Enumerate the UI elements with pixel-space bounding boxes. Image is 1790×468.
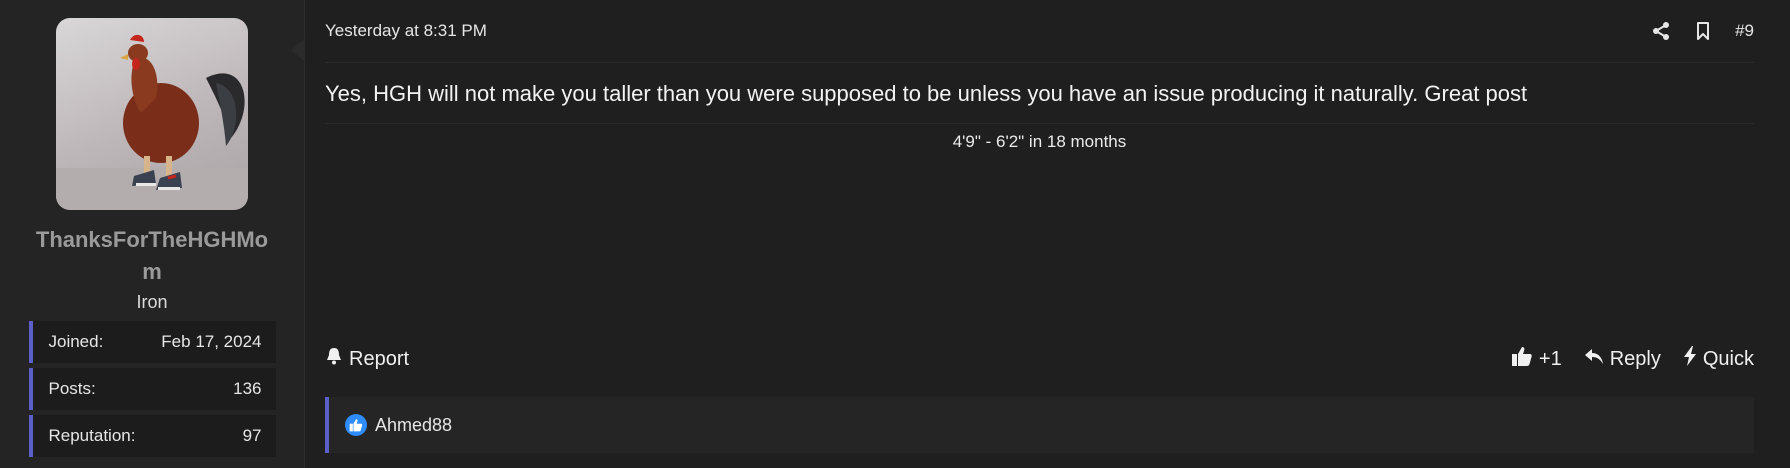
- bolt-icon: [1683, 346, 1697, 372]
- header-actions: #9: [1651, 21, 1754, 41]
- post-footer: Report +1 Reply Quick: [325, 345, 1754, 373]
- user-stats: Joined: Feb 17, 2024 Posts: 136 Reputati…: [28, 321, 276, 462]
- stat-label: Reputation:: [48, 426, 136, 445]
- stat-reputation: Reputation: 97: [28, 415, 276, 457]
- share-icon[interactable]: [1651, 21, 1671, 41]
- report-button[interactable]: Report: [325, 347, 409, 371]
- avatar[interactable]: [56, 18, 248, 210]
- bookmark-icon[interactable]: [1693, 21, 1713, 41]
- quick-label: Quick: [1702, 347, 1754, 370]
- stat-value: 136: [233, 379, 262, 398]
- like-button[interactable]: +1: [1511, 345, 1562, 373]
- post-header: Yesterday at 8:31 PM #9: [325, 0, 1754, 63]
- post-arrow: [291, 38, 305, 62]
- quick-reply-button[interactable]: Quick: [1683, 346, 1754, 372]
- like-reaction-icon: [345, 414, 367, 436]
- thumbs-up-icon: [1511, 345, 1533, 373]
- bell-icon: [325, 347, 343, 371]
- user-sidebar: ThanksForTheHGHMom Iron Joined: Feb 17, …: [0, 0, 305, 468]
- stat-value: 97: [242, 426, 262, 445]
- post-main: Yesterday at 8:31 PM #9 Yes, HGH will no…: [291, 0, 1790, 468]
- post-message: Yes, HGH will not make you taller than y…: [325, 63, 1754, 124]
- post-number-link[interactable]: #9: [1735, 21, 1754, 41]
- stat-label: Posts:: [48, 379, 96, 398]
- reaction-users-link[interactable]: Ahmed88: [375, 415, 452, 436]
- reply-icon: [1584, 346, 1604, 372]
- username[interactable]: ThanksForTheHGHMom: [27, 224, 277, 288]
- rooster-avatar-image: [56, 34, 248, 210]
- stat-value: Feb 17, 2024: [161, 332, 262, 351]
- report-label: Report: [349, 347, 410, 370]
- user-rank: Iron: [136, 292, 168, 312]
- post-timestamp[interactable]: Yesterday at 8:31 PM: [325, 21, 487, 41]
- reply-button[interactable]: Reply: [1584, 346, 1661, 372]
- footer-actions: +1 Reply Quick: [1511, 345, 1754, 373]
- forum-post: ThanksForTheHGHMom Iron Joined: Feb 17, …: [0, 0, 1790, 468]
- reply-label: Reply: [1609, 347, 1661, 370]
- like-label: +1: [1538, 347, 1562, 370]
- user-signature: 4'9" - 6'2" in 18 months: [952, 132, 1127, 151]
- stat-joined: Joined: Feb 17, 2024: [28, 321, 276, 363]
- stat-label: Joined:: [48, 332, 104, 351]
- stat-posts: Posts: 136: [28, 368, 276, 410]
- reactions-bar[interactable]: Ahmed88: [325, 397, 1754, 453]
